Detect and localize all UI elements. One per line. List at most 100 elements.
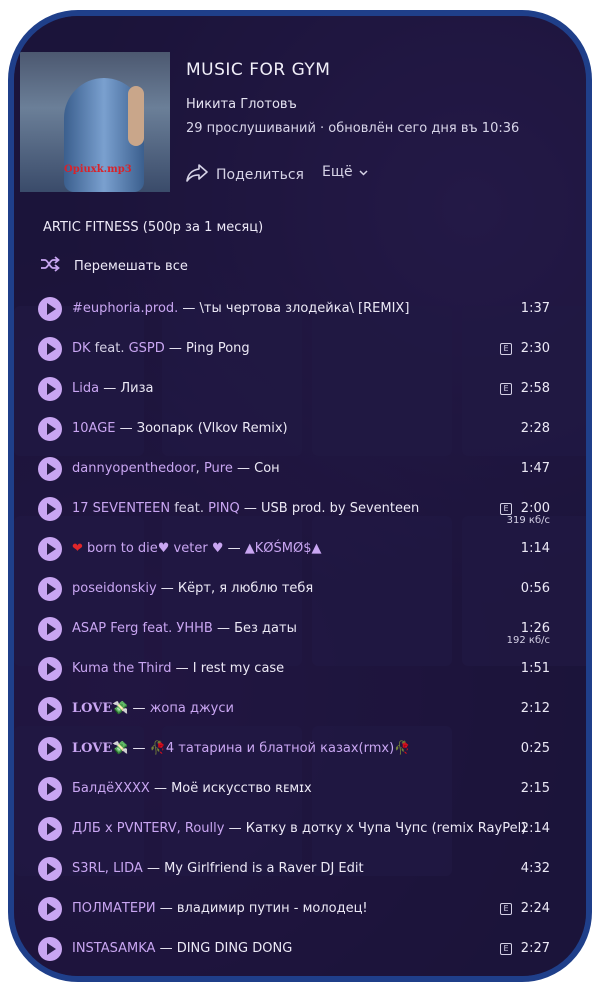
playlist-author[interactable]: Никита Глотовъ [186, 97, 297, 112]
track-duration: 1:14 [520, 541, 550, 556]
track-row[interactable]: БалдёХХХХ — Моё искусство ʀᴇᴍɪx 2:15 [14, 768, 586, 808]
explicit-icon: E [500, 903, 512, 915]
track-title: USB prod. by Seventeen [261, 501, 420, 516]
play-icon[interactable] [38, 377, 62, 401]
track-row[interactable]: ПОЛМАТЕРИ — владимир путин - молодец! E 2:… [14, 888, 586, 928]
track-bitrate: 319 кб/с [506, 515, 550, 526]
track-feat-artist[interactable]: GSPD [129, 341, 165, 356]
track-line: S3RL, LIDA — My Girlfriend is a Raver DJ… [72, 861, 364, 876]
track-duration: 1:26 [520, 621, 550, 636]
play-icon[interactable] [38, 617, 62, 641]
track-artist[interactable]: poseidonskiy [72, 581, 157, 596]
play-icon[interactable] [38, 497, 62, 521]
track-list: #euphoria.prod. — \ты чертова злодейка\ … [14, 288, 586, 968]
track-title: владимир путин - молодец! [176, 901, 368, 916]
play-icon[interactable] [38, 777, 62, 801]
track-separator: — [239, 501, 262, 516]
track-feat-artist[interactable]: Pure [204, 461, 233, 476]
track-line: Lida — Лиза [72, 381, 153, 396]
track-separator: — [155, 901, 177, 916]
cover-tag: Opiuxk.mp3 [64, 164, 132, 175]
track-row[interactable]: LOVE💸 — 🥀4 татарина и блатной казах(rmx)… [14, 728, 586, 768]
play-icon[interactable] [38, 697, 62, 721]
track-separator: — [115, 421, 137, 436]
track-artist[interactable]: INSTASAMKA [72, 941, 155, 956]
play-icon[interactable] [38, 857, 62, 881]
track-row[interactable]: Kuma the Third — I rest my case 1:51 [14, 648, 586, 688]
track-row[interactable]: 17 SEVENTEEN feat. PINQ — USB prod. by S… [14, 488, 586, 528]
track-duration: 2:27 [520, 941, 550, 956]
playlist-header: Opiuxk.mp3 MUSIC FOR GYM Никита Глотовъ … [14, 16, 586, 196]
track-feat-artist[interactable]: PINQ [208, 501, 240, 516]
shuffle-label: Перемешать все [74, 258, 188, 274]
play-icon[interactable] [38, 417, 62, 441]
track-artist[interactable]: ASAP Ferg feat. УННВ [72, 621, 213, 636]
track-artist[interactable]: S3RL, LIDA [72, 861, 143, 876]
track-artist[interactable]: 10AGE [72, 421, 116, 436]
section-label: ARTIC FITNESS (500р за 1 месяц) [43, 220, 264, 235]
more-button[interactable]: Ещё [322, 164, 368, 180]
track-row[interactable]: Lida — Лиза E 2:58 [14, 368, 586, 408]
track-line: Kuma the Third — I rest my case [72, 661, 284, 676]
play-icon[interactable] [38, 657, 62, 681]
track-line: LOVE💸 — 🥀4 татарина и блатной казах(rmx)… [72, 741, 410, 756]
track-row[interactable]: ❤ born to die♥ veter ♥ — ▲KØŚMØ$▲ 1:14 [14, 528, 586, 568]
track-separator: — [155, 941, 177, 956]
track-separator: — [232, 461, 255, 476]
track-artist[interactable]: ДЛБ x PVNTERV, Roully [72, 821, 224, 836]
track-artist[interactable]: DK [72, 341, 91, 356]
track-feat: feat. [170, 501, 209, 516]
track-artist[interactable]: 17 SEVENTEEN [72, 501, 170, 516]
playlist-cover[interactable]: Opiuxk.mp3 [20, 52, 170, 192]
play-icon[interactable] [38, 297, 62, 321]
play-icon[interactable] [38, 577, 62, 601]
track-title: жопа джуси [149, 701, 234, 716]
track-artist[interactable]: #euphoria.prod. [72, 301, 178, 316]
track-artist[interactable]: ПОЛМАТЕРИ [72, 901, 156, 916]
track-artist[interactable]: LOVE💸 [72, 741, 128, 756]
track-artist[interactable]: БалдёХХХХ [72, 781, 150, 796]
track-title: My Girlfriend is a Raver DJ Edit [164, 861, 364, 876]
track-artist[interactable]: dannyopenthedoor [72, 461, 196, 476]
track-artist[interactable]: Kuma the Third [72, 661, 172, 676]
play-icon[interactable] [38, 737, 62, 761]
track-row[interactable]: S3RL, LIDA — My Girlfriend is a Raver DJ… [14, 848, 586, 888]
track-line: poseidonskiy — Кёрт, я люблю тебя [72, 581, 313, 596]
track-row[interactable]: INSTASAMKA — DING DING DONG E 2:27 [14, 928, 586, 968]
play-icon[interactable] [38, 897, 62, 921]
track-row[interactable]: LOVE💸 — жопа джуси 2:12 [14, 688, 586, 728]
track-title: \ты чертова злодейка\ [REMIX] [199, 301, 410, 316]
share-button[interactable]: Поделиться [186, 164, 304, 186]
track-title: Без даты [234, 621, 297, 636]
play-icon[interactable] [38, 937, 62, 961]
track-title: Ping Pong [186, 341, 250, 356]
track-row[interactable]: ДЛБ x PVNTERV, Roully — Катку в дотку x … [14, 808, 586, 848]
track-row[interactable]: poseidonskiy — Кёрт, я люблю тебя 0:56 [14, 568, 586, 608]
play-icon[interactable] [38, 457, 62, 481]
track-line: ПОЛМАТЕРИ — владимир путин - молодец! [72, 901, 368, 916]
track-separator: — [128, 701, 150, 716]
cover-arm [128, 86, 144, 146]
play-icon[interactable] [38, 817, 62, 841]
track-row[interactable]: DK feat. GSPD — Ping Pong E 2:30 [14, 328, 586, 368]
track-artist[interactable]: born to die♥ veter ♥ [87, 541, 223, 556]
track-row[interactable]: 10AGE — Зоопарк (Vlkov Remix) 2:28 [14, 408, 586, 448]
track-line: #euphoria.prod. — \ты чертова злодейка\ … [72, 301, 409, 316]
track-artist[interactable]: LOVE💸 [72, 701, 128, 716]
track-title: Катку в дотку x Чупа Чупс (remix RayPel) [245, 821, 527, 836]
playlist-meta: 29 прослушиваний · обновлён сего дня въ … [186, 121, 520, 136]
playlist-panel: Opiuxk.mp3 MUSIC FOR GYM Никита Глотовъ … [8, 10, 592, 982]
explicit-icon: E [500, 383, 512, 395]
track-row[interactable]: #euphoria.prod. — \ты чертова злодейка\ … [14, 288, 586, 328]
shuffle-all-button[interactable]: Перемешать все [40, 256, 188, 276]
track-line: dannyopenthedoor, Pure — Сон [72, 461, 280, 476]
play-icon[interactable] [38, 537, 62, 561]
track-duration: 1:51 [520, 661, 550, 676]
track-row[interactable]: dannyopenthedoor, Pure — Сон 1:47 [14, 448, 586, 488]
chevron-down-icon [359, 164, 368, 180]
track-artist[interactable]: Lida [72, 381, 99, 396]
play-icon[interactable] [38, 337, 62, 361]
track-row[interactable]: ASAP Ferg feat. УННВ — Без даты 1:26 192 к… [14, 608, 586, 648]
track-separator: — [164, 341, 187, 356]
track-separator: — [149, 781, 172, 796]
